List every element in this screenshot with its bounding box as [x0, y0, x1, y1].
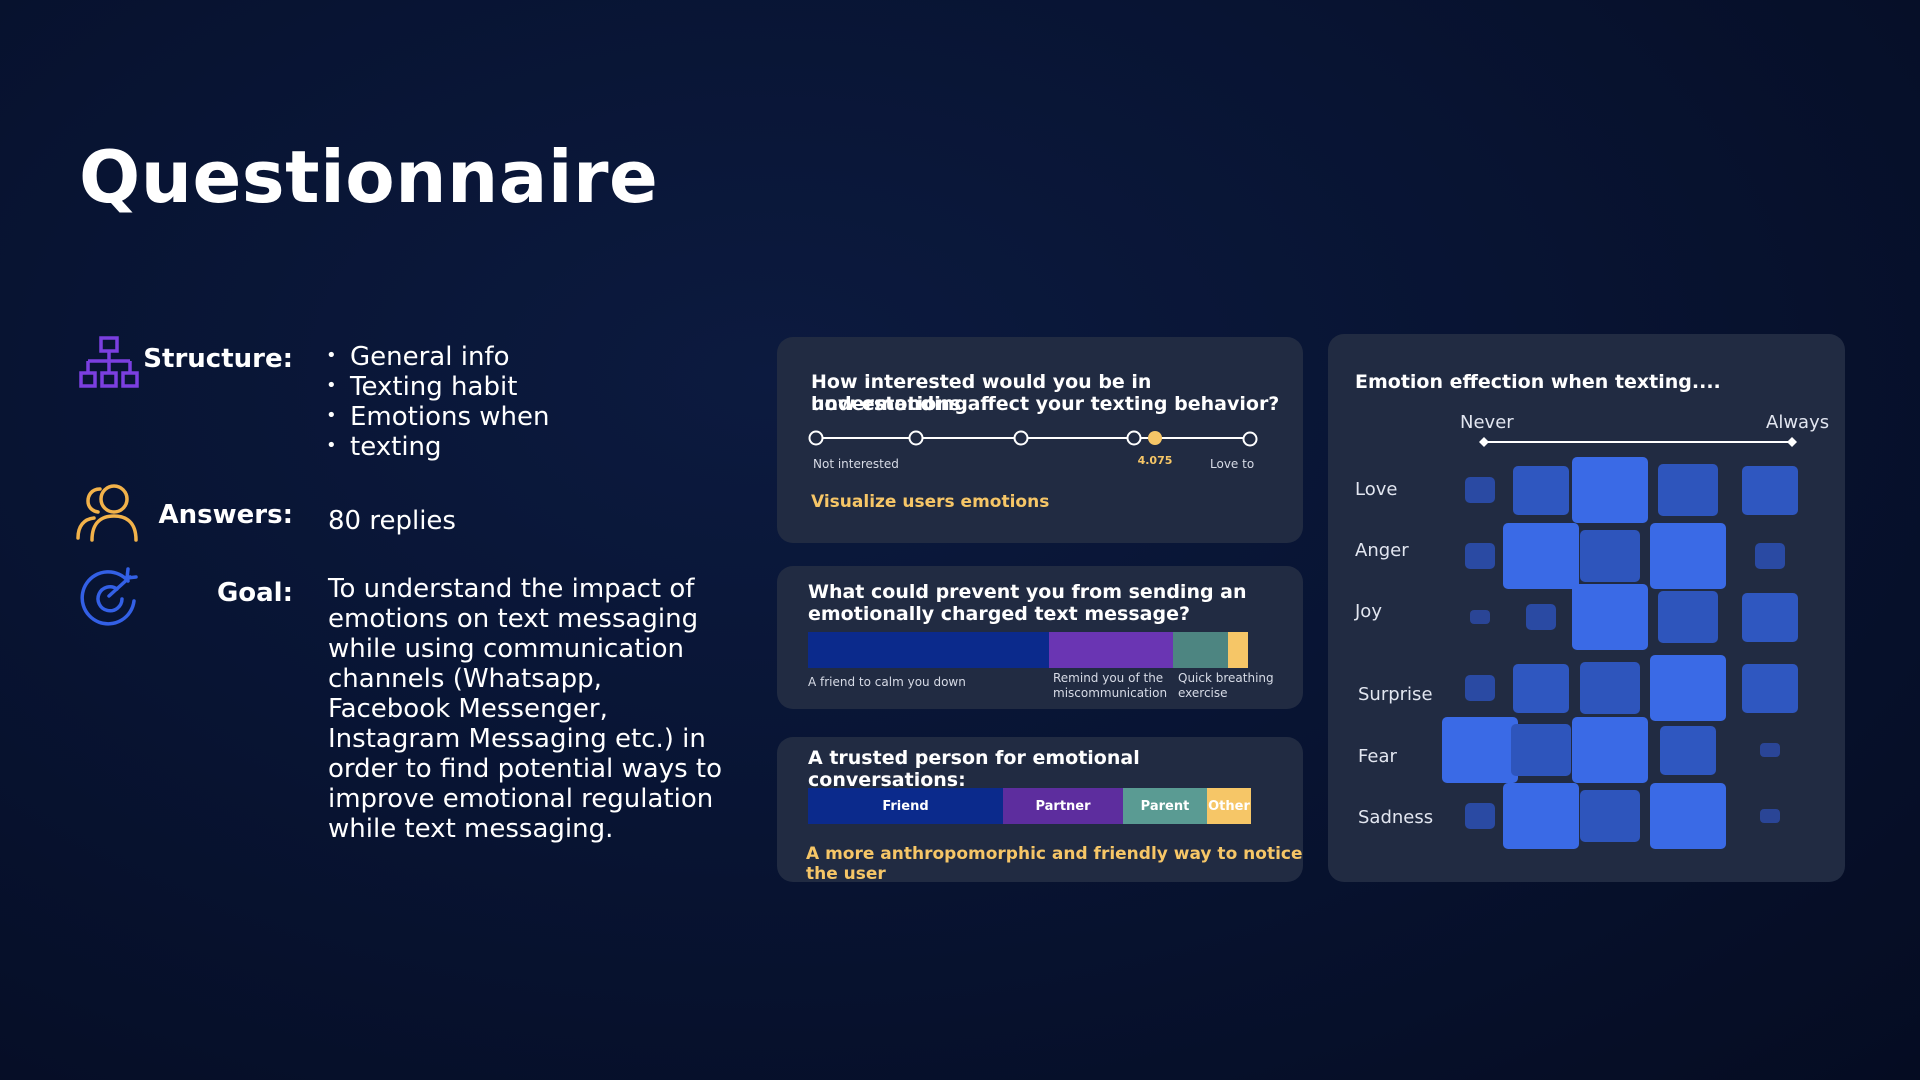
prevent-bar-remind	[1049, 632, 1173, 668]
prevent-bar-breathing	[1173, 632, 1228, 668]
prevent-card: What could prevent you from sending an e…	[777, 566, 1303, 709]
heatmap-cell	[1571, 456, 1649, 524]
scale-min-label: Not interested	[813, 457, 899, 471]
prevent-label-remind-1: Remind you of the	[1053, 671, 1164, 685]
prevent-question-line1: What could prevent you from sending an	[808, 581, 1247, 603]
heatmap-cell	[1742, 663, 1798, 713]
prevent-label-friend: A friend to calm you down	[808, 675, 966, 689]
heatmap-scale-max: Always	[1766, 412, 1830, 433]
heatmap-cell	[1526, 604, 1556, 630]
heatmap-row-label: Sadness	[1358, 807, 1434, 828]
heatmap-cell	[1657, 463, 1719, 517]
interest-question-line2: how emotions affect your texting behavio…	[811, 393, 1280, 415]
structure-label: Structure:	[143, 344, 293, 374]
answers-label: Answers:	[158, 500, 293, 530]
trusted-bar-partner: Partner	[1003, 788, 1123, 824]
heatmap-cell	[1657, 590, 1719, 644]
average-value: 4.075	[1138, 454, 1173, 467]
users-icon	[76, 484, 138, 542]
heatmap-cell	[1513, 663, 1569, 713]
trusted-insight: A more anthropomorphic and friendly way …	[806, 844, 1303, 884]
heatmap-cell	[1649, 782, 1727, 850]
heatmap-cell	[1579, 529, 1641, 583]
emotion-heatmap-card: Emotion effection when texting.... Never…	[1328, 334, 1845, 882]
heatmap-row-label: Love	[1355, 479, 1398, 500]
heatmap-cell	[1760, 809, 1780, 823]
heatmap-cell	[1441, 716, 1519, 784]
interest-insight: Visualize users emotions	[811, 492, 1050, 512]
target-icon	[80, 567, 138, 626]
heatmap-scale-line	[1479, 437, 1797, 447]
structure-item: Texting habit	[326, 371, 550, 402]
heatmap-cell	[1649, 654, 1727, 722]
heatmap-row-label: Anger	[1355, 540, 1409, 561]
heatmap-cell	[1571, 716, 1649, 784]
prevent-label-breathing-1: Quick breathing	[1178, 671, 1274, 685]
heatmap-cell	[1465, 477, 1495, 503]
scale-point	[908, 430, 924, 446]
heatmap-row-label: Surprise	[1358, 684, 1433, 705]
goal-line: Facebook Messenger,	[328, 694, 608, 724]
heatmap-cell	[1502, 522, 1580, 590]
heatmap-cell	[1510, 723, 1572, 777]
heatmap-cell	[1470, 610, 1490, 624]
heatmap-cell	[1742, 592, 1798, 642]
goal-line: while text messaging.	[328, 814, 614, 844]
heatmap-cell	[1465, 543, 1495, 569]
structure-item: General info	[326, 341, 550, 372]
trusted-bar-friend: Friend	[808, 788, 1003, 824]
heatmap-row-label: Joy	[1355, 601, 1382, 622]
trusted-bar-parent: Parent	[1123, 788, 1207, 824]
page-title: Questionnaire	[79, 135, 659, 219]
goal-text: To understand the impact of emotions on …	[328, 574, 722, 844]
interest-card: How interested would you be in understan…	[777, 337, 1303, 543]
rating-scale: 4.075	[808, 430, 1258, 467]
trusted-question: A trusted person for emotional conversat…	[808, 747, 1140, 791]
scale-point	[1242, 431, 1258, 447]
goal-line: channels (Whatsapp,	[328, 664, 602, 694]
goal-line: To understand the impact of	[328, 574, 695, 604]
prevent-label-remind-2: miscommunication	[1053, 686, 1168, 700]
sitemap-icon	[79, 336, 139, 388]
heatmap-cell	[1742, 465, 1798, 515]
prevent-bar-friend	[808, 632, 1049, 668]
heatmap-cell	[1649, 522, 1727, 590]
heatmap-title: Emotion effection when texting....	[1355, 371, 1721, 393]
trusted-person-card: A trusted person for emotional conversat…	[777, 737, 1303, 884]
scale-point	[808, 430, 824, 446]
heatmap-row-label: Fear	[1358, 746, 1397, 767]
structure-item-continued: texting	[326, 431, 550, 462]
goal-line: emotions on text messaging	[328, 604, 699, 634]
heatmap-scale-min: Never	[1460, 412, 1514, 433]
prevent-label-breathing-2: exercise	[1178, 686, 1228, 700]
prevent-bar-other	[1228, 632, 1248, 668]
heatmap-cell	[1660, 725, 1716, 775]
structure-list: General info Texting habit Emotions when…	[326, 341, 550, 462]
scale-point	[1126, 430, 1142, 446]
heatmap-cell	[1579, 789, 1641, 843]
goal-line: Instagram Messaging etc.) in	[328, 724, 706, 754]
scale-point	[1013, 430, 1029, 446]
average-marker	[1148, 431, 1162, 445]
structure-item: Emotions when	[326, 401, 550, 432]
heatmap-cell	[1465, 803, 1495, 829]
goal-line: improve emotional regulation	[328, 784, 714, 814]
heatmap-cell	[1579, 661, 1641, 715]
heatmap-cell	[1755, 543, 1785, 569]
prevent-question-line2: emotionally charged text message?	[808, 603, 1190, 625]
heatmap-cell	[1502, 782, 1580, 850]
heatmap-cell	[1760, 743, 1780, 757]
answers-value: 80 replies	[328, 506, 456, 536]
trusted-bar-other: Other	[1207, 788, 1251, 824]
goal-line: order to find potential ways to	[328, 754, 722, 784]
heatmap-cell	[1571, 583, 1649, 651]
heatmap-cell	[1513, 465, 1569, 515]
goal-label: Goal:	[216, 578, 293, 608]
scale-max-label: Love to	[1210, 457, 1255, 471]
goal-line: while using communication	[328, 634, 685, 664]
heatmap-cell	[1465, 675, 1495, 701]
